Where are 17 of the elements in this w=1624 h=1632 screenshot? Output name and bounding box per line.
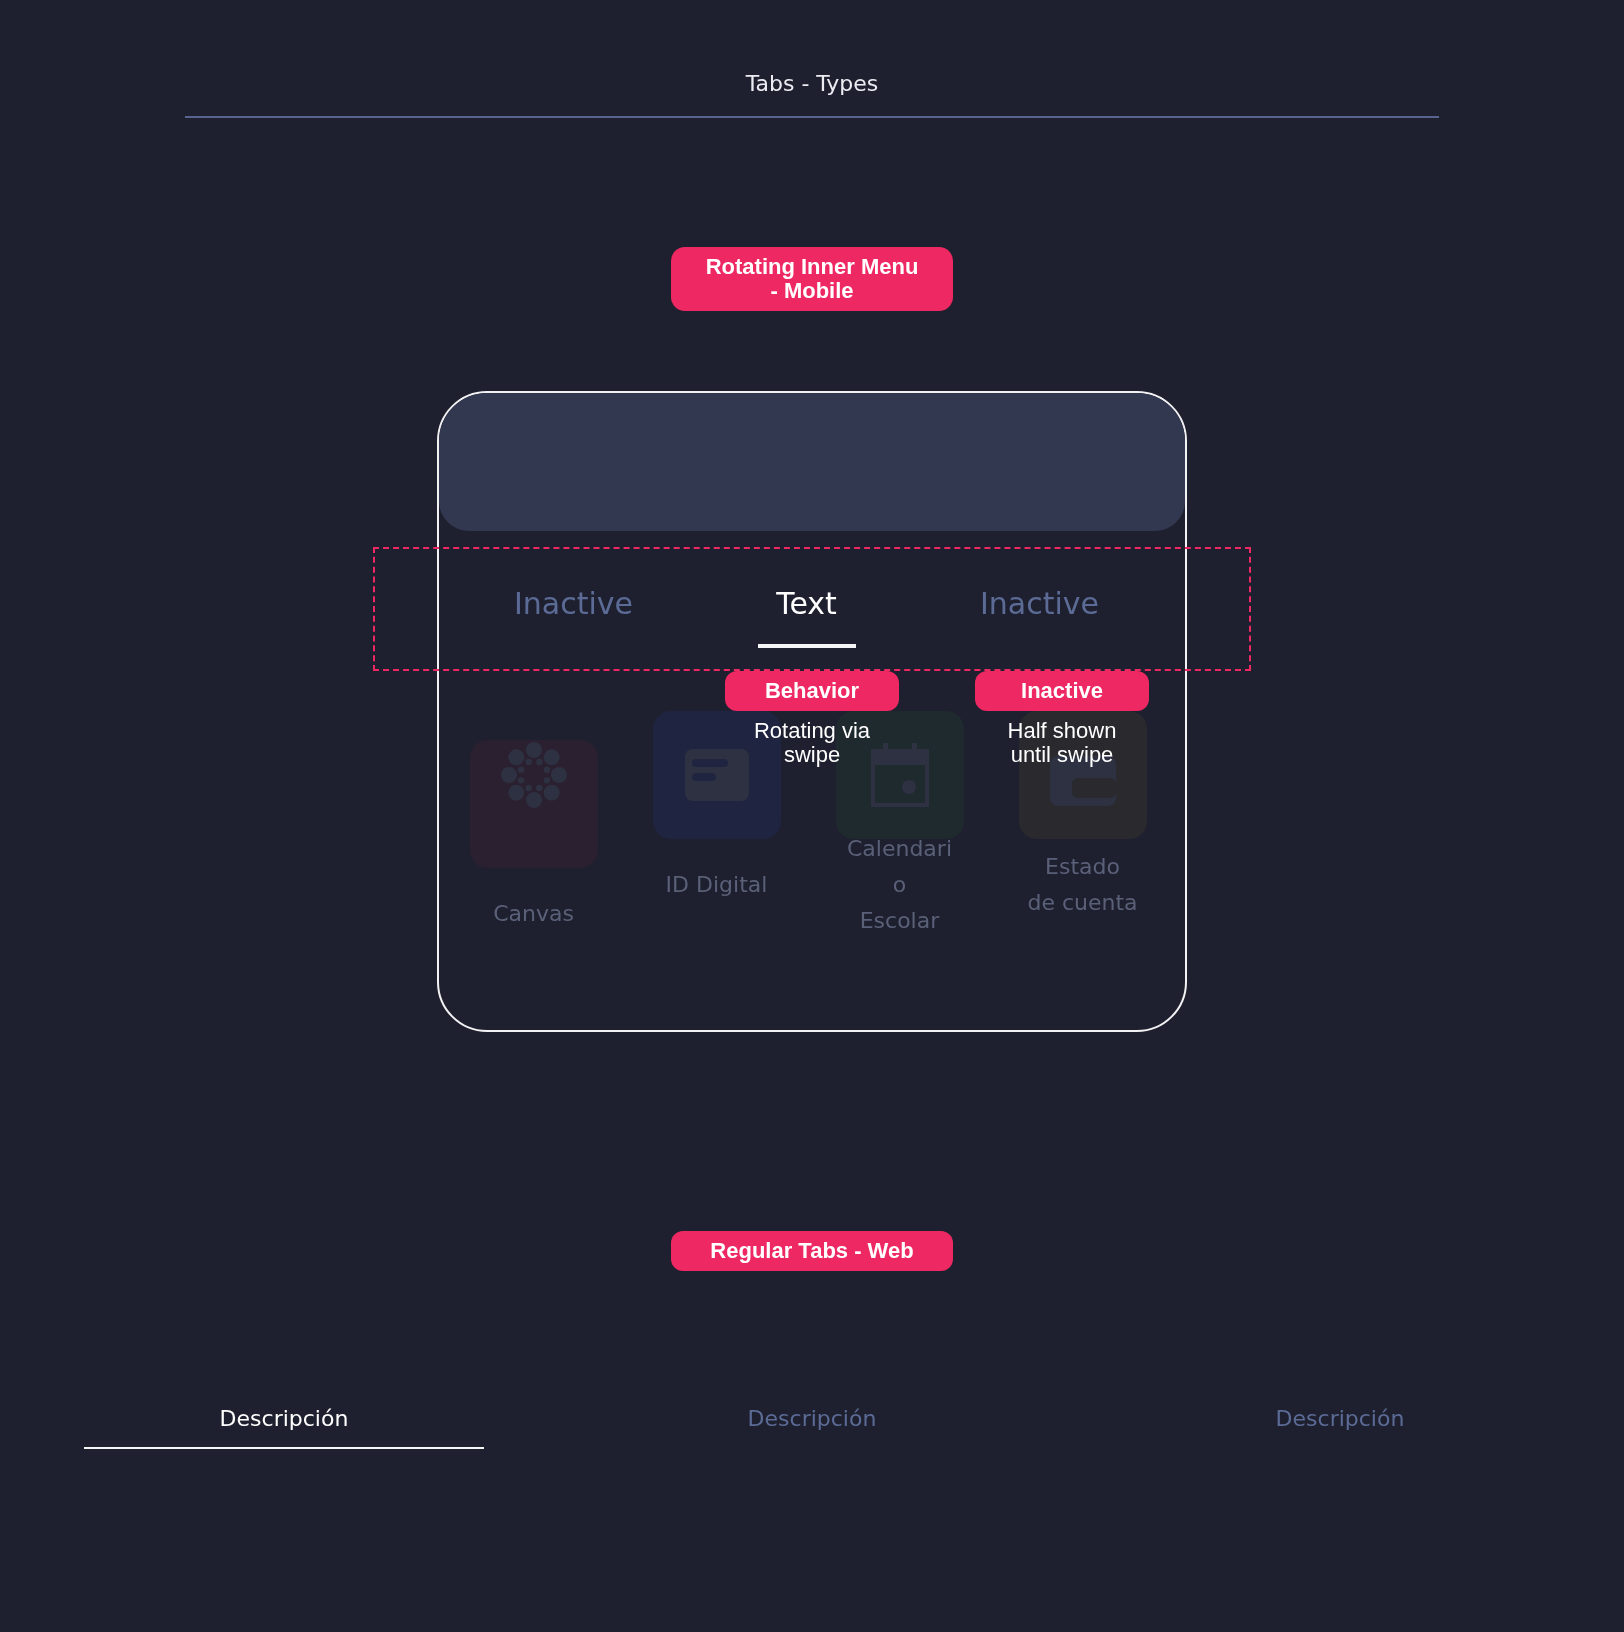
annotation-badge: Behavior: [725, 671, 899, 711]
page-title: Tabs - Types: [745, 70, 879, 98]
annotation-note: Half shown until swipe: [1007, 719, 1117, 767]
section-badge: Regular Tabs - Web: [671, 1231, 953, 1271]
annotation-note: Rotating via swipe: [753, 719, 871, 767]
tab[interactable]: Text: [757, 583, 856, 648]
tab[interactable]: Inactive: [979, 583, 1100, 648]
app-label: ID Digital: [665, 871, 768, 899]
tab[interactable]: Descripción: [84, 1403, 484, 1449]
tab[interactable]: Inactive: [513, 583, 634, 648]
tab[interactable]: Descripción: [612, 1403, 1012, 1449]
section-badge: Rotating Inner Menu - Mobile: [671, 247, 953, 311]
app-label: Calendari o Escolar: [846, 835, 952, 935]
app-label: Estado de cuenta: [1027, 853, 1138, 917]
annotation-badge: Inactive: [975, 671, 1149, 711]
app-label: Canvas: [493, 900, 574, 928]
tab[interactable]: Descripción: [1140, 1403, 1540, 1449]
